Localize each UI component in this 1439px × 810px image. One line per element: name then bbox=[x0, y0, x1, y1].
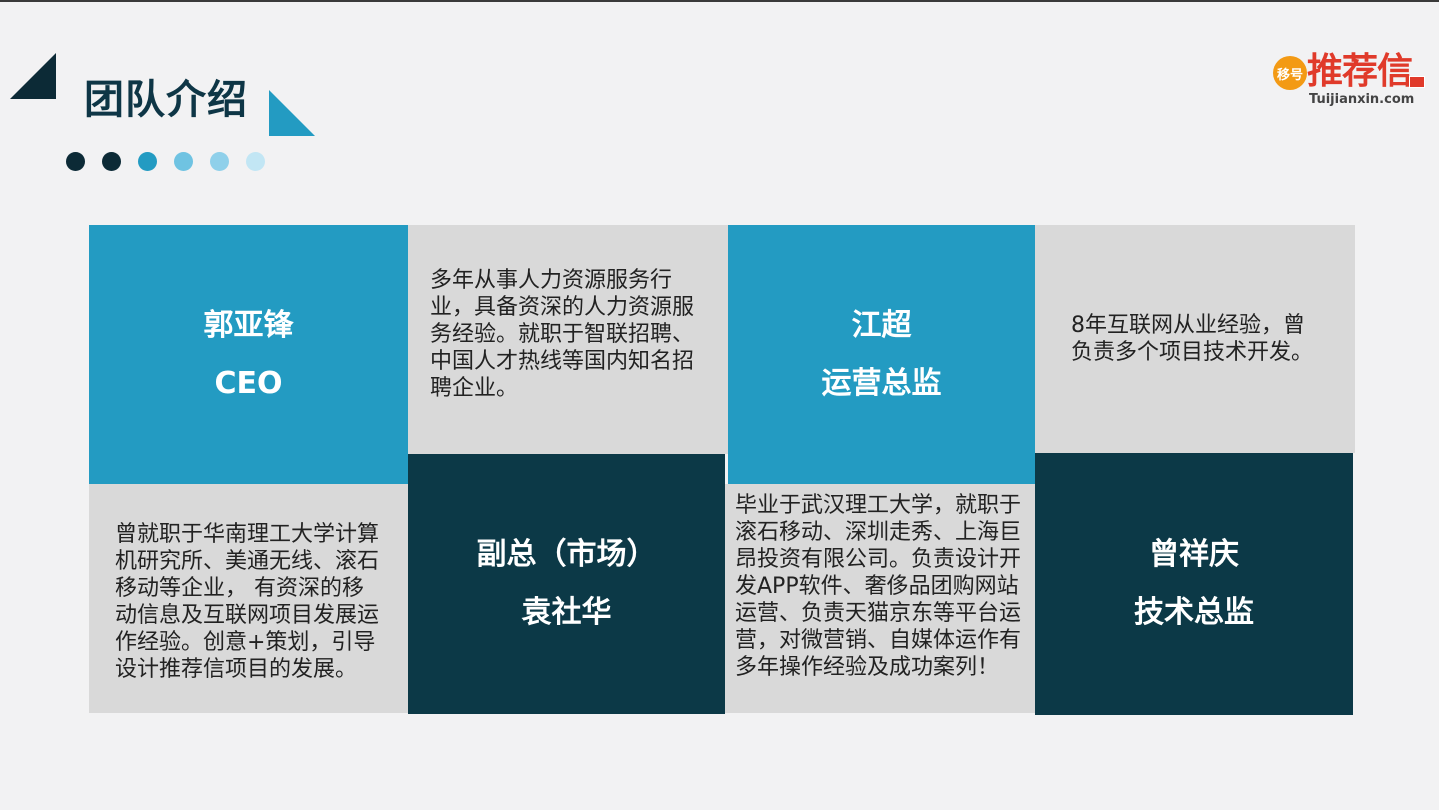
dot-1 bbox=[66, 152, 85, 171]
brand-logo: 移号 推荐信 Tuijianxin.com bbox=[1273, 50, 1425, 110]
member-role: 运营总监 bbox=[821, 365, 942, 401]
member-name: 江超 bbox=[851, 307, 912, 343]
member-name: 曾祥庆 bbox=[1149, 537, 1239, 572]
dot-3 bbox=[138, 152, 157, 171]
member-card-yuan-shehua: 副总（市场） 袁社华 bbox=[408, 454, 725, 714]
dot-6 bbox=[246, 152, 265, 171]
dot-4 bbox=[174, 152, 193, 171]
logo-badge-icon: 移号 bbox=[1273, 56, 1307, 90]
slide-title: 团队介绍 bbox=[84, 77, 248, 123]
member-desc-jiang-chao: 毕业于武汉理工大学，就职于滚石移动、深圳走秀、上海巨昂投资有限公司。负责设计开发… bbox=[725, 484, 1035, 713]
member-description: 8年互联网从业经验，曾负责多个项目技术开发。 bbox=[1071, 313, 1314, 365]
member-card-guo-yafeng: 郭亚锋 CEO bbox=[89, 225, 408, 484]
member-role: 技术总监 bbox=[1134, 595, 1254, 630]
member-desc-guo-yafeng: 曾就职于华南理工大学计算机研究所、美通无线、滚石移动等企业， 有资深的移动信息及… bbox=[89, 484, 408, 713]
member-role: CEO bbox=[214, 365, 283, 401]
dot-5 bbox=[210, 152, 229, 171]
member-card-jiang-chao: 江超 运营总监 bbox=[728, 225, 1035, 484]
envelope-icon bbox=[1409, 76, 1425, 88]
member-name: 副总（市场） bbox=[476, 537, 657, 572]
member-description: 曾就职于华南理工大学计算机研究所、美通无线、滚石移动等企业， 有资深的移动信息及… bbox=[115, 521, 380, 682]
member-card-zeng-xiangqing: 曾祥庆 技术总监 bbox=[1035, 453, 1353, 715]
member-desc-yuan-shehua: 多年从事人力资源服务行业，具备资深的人力资源服务经验。就职于智联招聘、中国人才热… bbox=[408, 225, 728, 454]
logo-domain-text: Tuijianxin.com bbox=[1309, 92, 1415, 107]
member-description: 毕业于武汉理工大学，就职于滚石移动、深圳走秀、上海巨昂投资有限公司。负责设计开发… bbox=[735, 493, 1022, 680]
dot-2 bbox=[102, 152, 121, 171]
member-description: 多年从事人力资源服务行业，具备资深的人力资源服务经验。就职于智联招聘、中国人才热… bbox=[430, 268, 695, 401]
member-role: 袁社华 bbox=[521, 595, 612, 630]
top-border-line bbox=[0, 0, 1439, 2]
member-name: 郭亚锋 bbox=[203, 307, 294, 343]
member-desc-zeng-xiangqing: 8年互联网从业经验，曾负责多个项目技术开发。 bbox=[1035, 225, 1355, 453]
title-triangle-decoration bbox=[269, 90, 315, 136]
logo-brand-text: 推荐信 bbox=[1307, 51, 1413, 92]
progress-dots bbox=[66, 152, 265, 171]
corner-triangle-decoration bbox=[10, 53, 56, 99]
